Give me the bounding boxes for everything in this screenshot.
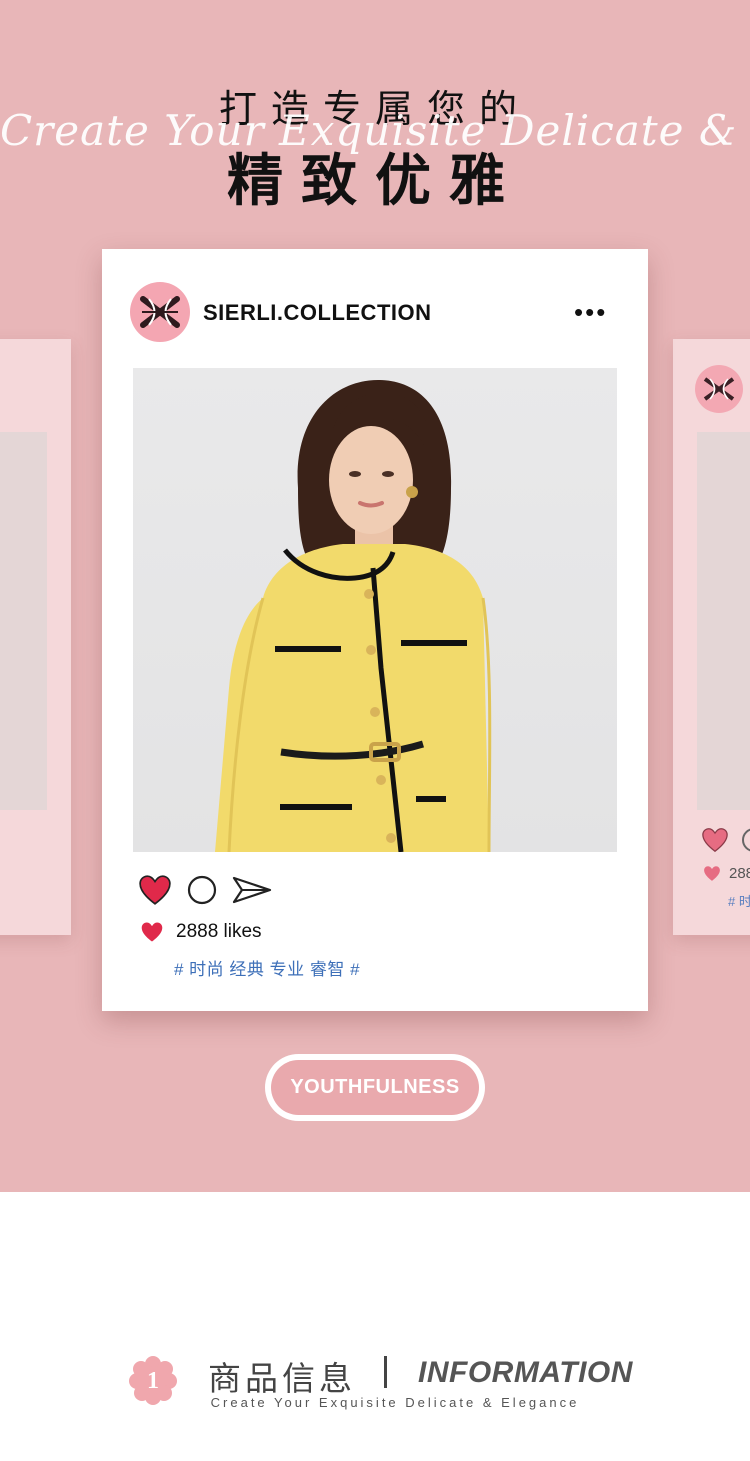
post-tags[interactable]: # 时尚 经典 专业 睿智 # bbox=[174, 955, 360, 980]
side-card-photo bbox=[0, 432, 47, 810]
heart-icon bbox=[141, 922, 163, 942]
info-divider bbox=[384, 1356, 387, 1388]
info-title-cn: 商品信息 bbox=[208, 1359, 356, 1398]
likes-count: 2888 likes bbox=[176, 921, 262, 942]
side-tag: # 时 bbox=[728, 894, 750, 909]
youthfulness-button[interactable]: YOUTHFULNESS bbox=[265, 1054, 485, 1121]
heart-icon[interactable] bbox=[701, 827, 729, 853]
info-subtitle: Create Your Exquisite Delicate & Eleganc… bbox=[210, 1395, 580, 1410]
hero-section: 打造专属您的 Create Your Exquisite Delicate & … bbox=[0, 0, 750, 1192]
send-icon[interactable] bbox=[232, 874, 272, 906]
post-photo bbox=[133, 368, 617, 852]
post-username[interactable]: SIERLI.COLLECTION bbox=[203, 300, 432, 326]
comment-icon[interactable] bbox=[186, 874, 218, 906]
section-number: 1 bbox=[147, 1368, 159, 1394]
logo-icon bbox=[695, 365, 743, 413]
youthfulness-label: YOUTHFULNESS bbox=[271, 1060, 479, 1115]
logo-icon[interactable] bbox=[130, 282, 190, 342]
comment-icon[interactable] bbox=[741, 827, 750, 853]
side-card-right[interactable]: 288 # 时 bbox=[673, 339, 750, 935]
side-likes-text: 288 bbox=[729, 865, 750, 882]
heart-icon[interactable] bbox=[138, 874, 172, 906]
side-card-photo bbox=[697, 432, 750, 810]
post-card: SIERLI.COLLECTION ••• 2888 likes # 时尚 经典… bbox=[102, 249, 648, 1011]
info-title-en: INFORMATION bbox=[418, 1356, 633, 1389]
side-card-left[interactable] bbox=[0, 339, 71, 935]
heart-icon bbox=[704, 866, 720, 881]
title-main: 精致优雅 bbox=[227, 149, 523, 214]
more-icon[interactable]: ••• bbox=[574, 298, 607, 326]
